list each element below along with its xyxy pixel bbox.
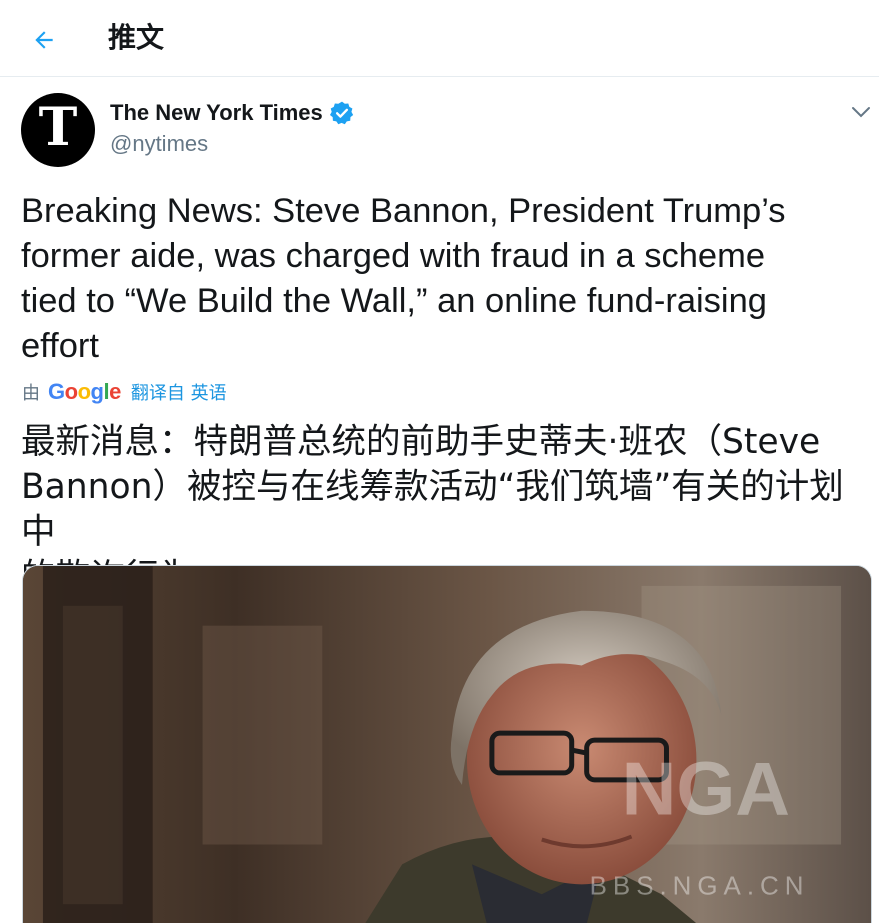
tweet-text-line: former aide, was charged with fraud in a…: [21, 237, 766, 275]
tweet-photo[interactable]: NGA BBS.NGA.CN: [22, 565, 872, 923]
tweet-text-line: effort: [21, 327, 99, 365]
author-name-row[interactable]: The New York Times: [110, 98, 355, 128]
tweet-text: Breaking News: Steve Bannon, President T…: [21, 189, 871, 369]
translation-attribution: 由 Google 翻译自 英语: [22, 376, 227, 408]
translated-by-label: 由: [22, 383, 40, 404]
back-button[interactable]: [26, 22, 62, 58]
more-options-button[interactable]: [846, 98, 876, 126]
translated-text-line: 最新消息：特朗普总统的前助手史蒂夫·班农（Steve: [21, 422, 821, 462]
tweet-text-line: tied to “We Build the Wall,” an online f…: [21, 282, 767, 320]
page-title: 推文: [108, 21, 165, 54]
google-logo-icon: Google: [48, 379, 121, 404]
avatar[interactable]: T: [21, 93, 95, 167]
translate-link[interactable]: 翻译自 英语: [131, 379, 227, 405]
tweet-text-line: Breaking News: Steve Bannon, President T…: [21, 192, 786, 230]
watermark-small: BBS.NGA.CN: [590, 872, 810, 900]
chevron-down-icon: [852, 107, 870, 118]
bannon-photo-image: NGA BBS.NGA.CN: [23, 566, 871, 923]
author-name[interactable]: The New York Times: [110, 98, 323, 128]
author-handle[interactable]: @nytimes: [110, 130, 208, 158]
nyt-logo-icon: T: [38, 97, 78, 158]
top-bar: 推文: [0, 0, 879, 77]
arrow-left-icon: [35, 31, 53, 49]
translated-text-line: Bannon）被控与在线筹款活动“我们筑墙”有关的计划中: [21, 467, 844, 552]
verified-badge-icon: [329, 101, 353, 125]
watermark-large: NGA: [622, 747, 790, 832]
